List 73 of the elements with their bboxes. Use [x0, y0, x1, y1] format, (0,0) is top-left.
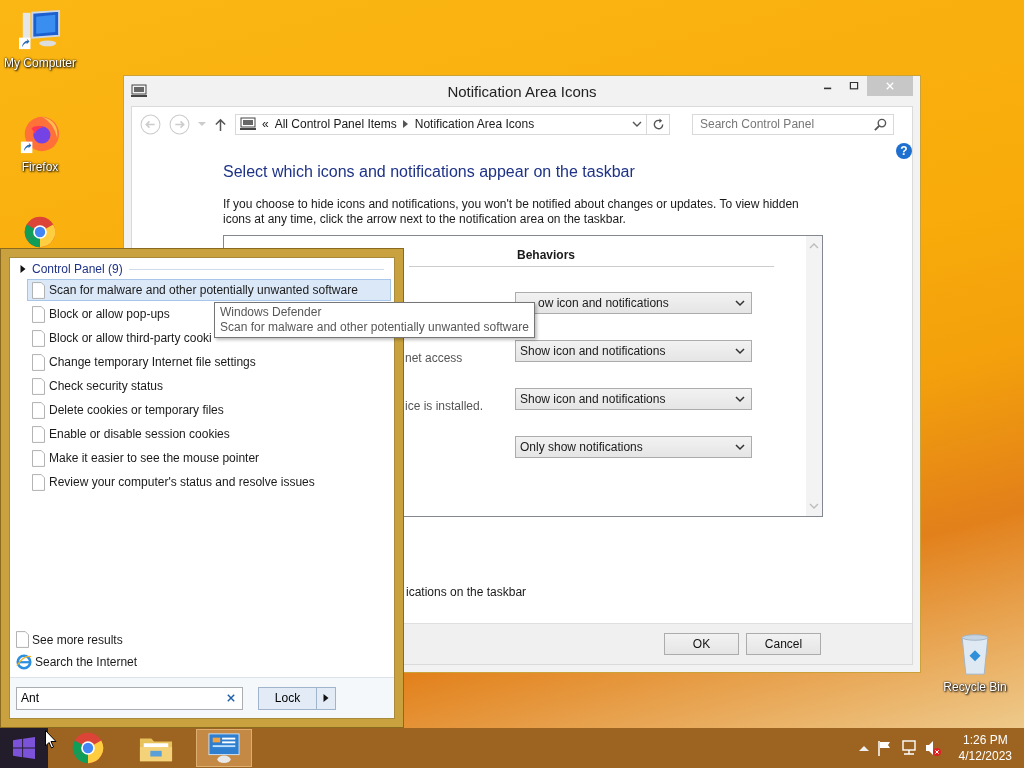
taskbar-app[interactable] [196, 729, 252, 767]
refresh-icon[interactable] [651, 117, 665, 131]
computer-icon[interactable] [19, 8, 61, 52]
flag-icon[interactable] [876, 740, 893, 756]
browser-icon [16, 653, 32, 670]
search-field[interactable]: Ant [16, 686, 243, 710]
search-link[interactable]: See more results [16, 631, 394, 648]
search-field[interactable]: Search Control Panel [692, 113, 894, 135]
computer-icon [131, 83, 147, 99]
tooltip-title: Windows Defender [220, 305, 323, 320]
item-description: ice is installed. [405, 399, 484, 413]
chrome-icon[interactable] [23, 216, 57, 248]
page-heading: Select which icons and notifications appear on the taskbar [223, 163, 636, 181]
document-icon [32, 401, 45, 419]
document-icon [32, 329, 45, 347]
dialog-button[interactable]: OK [664, 633, 739, 655]
breadcrumb-item[interactable]: Notification Area Icons [414, 117, 535, 131]
breadcrumb-overflow[interactable]: « [262, 117, 269, 131]
chevron-down-icon[interactable] [632, 120, 642, 128]
document-icon [32, 353, 45, 371]
chevron-down-icon[interactable] [735, 347, 745, 355]
search-link[interactable]: Search the Internet [16, 653, 394, 670]
behavior-dropdown[interactable]: Show icon and notifications [515, 388, 752, 410]
search-result[interactable]: Enable or disable session cookies [27, 423, 391, 445]
behavior-dropdown[interactable]: Show icon and notifications [515, 340, 752, 362]
search-result[interactable]: Delete cookies or temporary files [27, 399, 391, 421]
document-icon [32, 473, 45, 491]
document-icon [16, 631, 29, 648]
help-icon[interactable]: ? [896, 143, 912, 159]
power-options-button[interactable] [317, 686, 336, 710]
breadcrumb-item[interactable]: All Control Panel Items [274, 117, 397, 131]
mouse-cursor-icon [45, 730, 57, 749]
play-icon[interactable] [323, 694, 329, 702]
chevron-down-icon[interactable] [735, 443, 745, 451]
lock-button[interactable]: Lock [258, 686, 317, 710]
window-title: Notification Area Icons [447, 82, 597, 100]
search-result[interactable]: Review your computer's status and resolve issues [27, 471, 391, 493]
computer-icon [240, 116, 256, 132]
behavior-dropdown[interactable]: Only show notifications [515, 436, 752, 458]
clock[interactable]: 1:26 PM 4/12/2023 [958, 732, 1012, 764]
chrome-icon [71, 732, 105, 764]
refresh-button[interactable] [646, 113, 670, 135]
address-bar[interactable]: « All Control Panel Items Notification Area Icons [235, 113, 647, 135]
group-header[interactable]: Control Panel (9) [32, 262, 123, 276]
show-hidden-icon[interactable] [858, 744, 869, 752]
up-icon[interactable] [214, 117, 227, 131]
clear-icon[interactable] [227, 693, 235, 702]
document-icon [32, 425, 45, 443]
column-header: Behaviors [517, 248, 576, 262]
expand-icon[interactable] [20, 265, 26, 273]
muted-speaker-icon[interactable] [924, 740, 941, 756]
search-icon[interactable] [874, 117, 887, 131]
windows-logo-icon[interactable] [13, 737, 35, 759]
document-icon [32, 281, 45, 299]
search-result[interactable]: Scan for malware and other potentially unwanted software [27, 279, 391, 301]
search-result[interactable]: Make it easier to see the mouse pointer [27, 447, 391, 469]
behavior-dropdown[interactable]: ow icon and notifications [515, 292, 752, 314]
start-button[interactable] [0, 728, 48, 768]
network-icon[interactable] [900, 740, 917, 756]
item-description: net access [405, 351, 463, 365]
search-result[interactable]: Change temporary Internet file settings [27, 351, 391, 373]
document-icon [32, 449, 45, 467]
document-icon [32, 377, 45, 395]
document-icon [32, 305, 45, 323]
maximize-icon[interactable] [849, 82, 859, 90]
dialog-button[interactable]: Cancel [746, 633, 821, 655]
control-panel-icon [207, 732, 241, 764]
tooltip-text: Scan for malware and other potentially unwanted software [220, 320, 529, 335]
chevron-icon[interactable] [402, 120, 409, 128]
search-result[interactable]: Check security status [27, 375, 391, 397]
description-text: If you choose to hide icons and notifications, you won't be notified about changes or updates. To view hidden icons at any time, click the arrow next to the notification area on the taskbar. [223, 197, 800, 227]
chevron-down-icon[interactable] [735, 395, 745, 403]
chevron-down-icon[interactable] [735, 299, 745, 307]
